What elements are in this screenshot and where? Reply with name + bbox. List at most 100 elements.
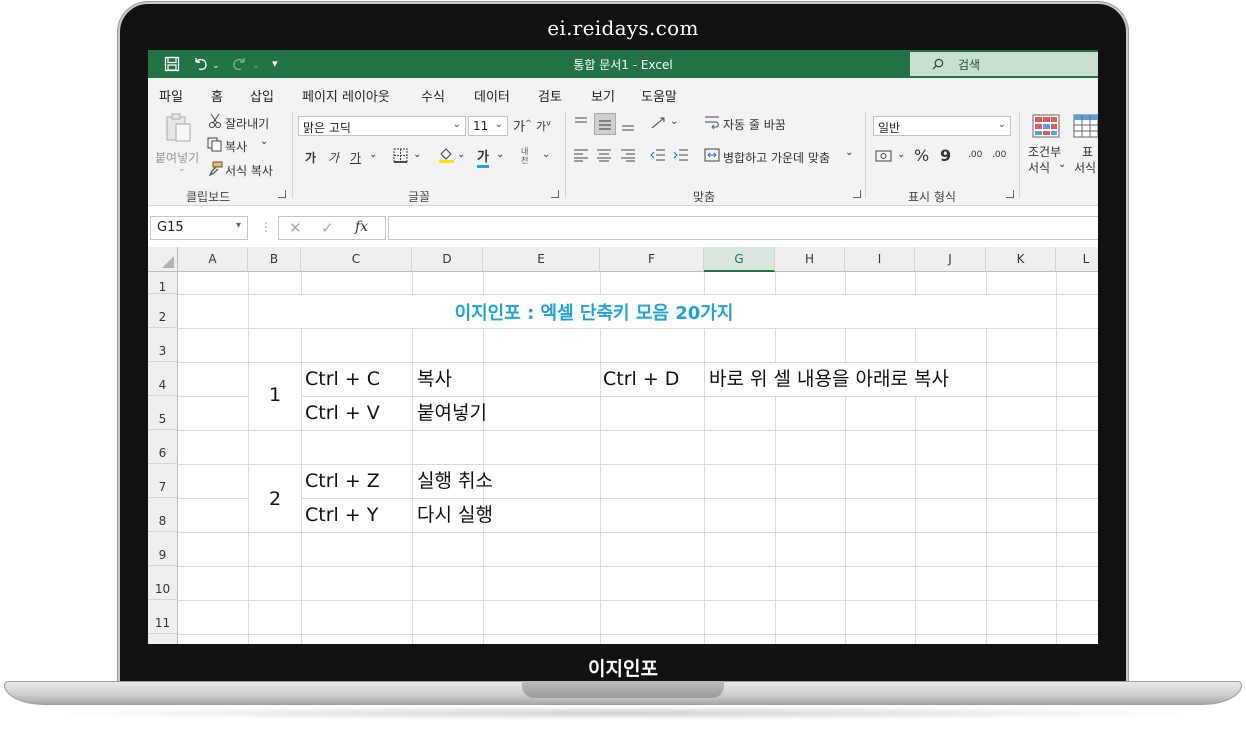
format-painter-button[interactable]: 서식 복사 [225,162,273,179]
increase-decimal-button[interactable]: .00 [968,150,982,160]
cell-c7[interactable]: Ctrl + Z [305,469,380,493]
format-as-table-button[interactable]: 표 [1082,143,1093,160]
formula-input[interactable] [388,216,1098,240]
align-left-icon[interactable] [573,148,589,162]
orientation-icon[interactable] [650,115,668,131]
cell-d8[interactable]: 다시 실행 [417,503,493,527]
decrease-font-size-icon[interactable]: 가v [536,118,551,134]
conditional-formatting-button[interactable]: 조건부 [1028,143,1061,160]
column-header-f[interactable]: F [600,247,704,272]
font-name-select[interactable]: 맑은 고딕 ⌄ [298,116,466,136]
fill-color-dropdown-icon[interactable]: ⌄ [457,149,465,160]
cell-g4[interactable]: 바로 위 셀 내용을 아래로 복사 [709,367,949,391]
column-header-g[interactable]: G [704,247,775,272]
row-header-6[interactable]: 6 [148,430,178,464]
merge-center-button[interactable]: 병합하고 가운데 맞춤 [723,149,830,166]
fill-color-icon[interactable] [438,146,455,164]
column-header-i[interactable]: I [845,247,915,272]
align-top-icon[interactable] [573,116,589,130]
name-box-value: G15 [157,220,184,235]
number-format-select[interactable]: 일반 ⌄ [873,116,1011,136]
row-header-3[interactable]: 3 [148,328,178,362]
column-header-k[interactable]: K [986,247,1056,272]
bold-button[interactable]: 가 [305,149,316,166]
cell-d4[interactable]: 복사 [417,367,452,391]
row-header-2[interactable]: 2 [148,294,178,328]
row-header-10[interactable]: 10 [148,566,178,600]
enter-icon[interactable]: ✓ [321,219,334,237]
row-header-5[interactable]: 5 [148,396,178,430]
align-right-icon[interactable] [620,148,636,162]
select-all-button[interactable] [148,247,178,272]
orientation-dropdown-icon[interactable]: ⌄ [670,116,678,127]
tab-file[interactable]: 파일 [159,86,183,105]
phonetic-button[interactable]: 내천 [521,147,535,165]
underline-button[interactable]: 가 [350,149,361,166]
font-launcher-icon[interactable] [551,190,559,198]
paste-dropdown-icon[interactable]: ⌄ [178,164,186,174]
comma-button[interactable]: 9 [940,146,951,165]
align-middle-button[interactable] [594,113,616,135]
paste-button[interactable] [164,112,194,142]
increase-font-size-icon[interactable]: 가^ [513,116,532,135]
column-header-a[interactable]: A [178,247,248,272]
decrease-decimal-button[interactable]: .00 [992,150,1006,160]
row-header-9[interactable]: 9 [148,532,178,566]
number-launcher-icon[interactable] [1006,190,1014,198]
column-header-l[interactable]: L [1056,247,1098,272]
font-size-select[interactable]: 11 ⌄ [468,116,508,136]
search-box[interactable]: 검색 [910,52,1098,76]
increase-indent-icon[interactable] [673,148,689,162]
tab-help[interactable]: 도움말 [641,86,677,105]
row-header-1[interactable]: 1 [148,272,178,294]
column-header-e[interactable]: E [483,247,600,272]
column-header-d[interactable]: D [412,247,483,272]
column-header-j[interactable]: J [915,247,986,272]
clipboard-launcher-icon[interactable] [278,190,286,198]
align-center-icon[interactable] [596,148,612,162]
merge-center-dropdown-icon[interactable]: ⌄ [845,147,853,158]
tab-home[interactable]: 홈 [209,86,225,111]
decrease-indent-icon[interactable] [650,148,666,162]
accounting-format-icon[interactable] [875,149,893,163]
row-header-7[interactable]: 7 [148,464,178,498]
tab-formulas[interactable]: 수식 [421,86,445,105]
copy-dropdown-icon[interactable]: ⌄ [260,136,268,147]
accounting-dropdown-icon[interactable]: ⌄ [897,149,905,160]
column-header-h[interactable]: H [775,247,845,272]
cell-f4[interactable]: Ctrl + D [603,367,679,391]
column-header-c[interactable]: C [301,247,412,272]
font-color-dropdown-icon[interactable]: ⌄ [496,149,504,160]
cell-c5[interactable]: Ctrl + V [305,401,380,425]
copy-button[interactable]: 복사 [225,138,247,155]
cell-c8[interactable]: Ctrl + Y [305,503,378,527]
percent-button[interactable]: % [914,146,929,165]
row-header-11[interactable]: 11 [148,600,178,634]
underline-dropdown-icon[interactable]: ⌄ [369,149,377,160]
cell-d7[interactable]: 실행 취소 [417,469,493,493]
cell-d5[interactable]: 붙여넣기 [417,401,487,425]
row-header-12[interactable] [148,634,178,644]
insert-function-icon[interactable]: fx [355,219,368,235]
font-color-button[interactable]: 가 [477,146,489,168]
italic-button[interactable]: 가 [328,149,339,166]
phonetic-dropdown-icon[interactable]: ⌄ [542,149,550,160]
wrap-text-button[interactable]: 자동 줄 바꿈 [723,116,786,133]
tab-review[interactable]: 검토 [538,86,562,105]
conditional-formatting-dropdown-icon[interactable]: ⌄ [1058,159,1066,170]
row-header-8[interactable]: 8 [148,498,178,532]
cut-button[interactable]: 잘라내기 [225,115,269,132]
name-box[interactable]: G15 ▾ [150,216,248,240]
border-dropdown-icon[interactable]: ⌄ [413,149,421,160]
alignment-launcher-icon[interactable] [853,190,861,198]
border-icon[interactable] [393,148,408,163]
column-header-b[interactable]: B [248,247,301,272]
tab-data[interactable]: 데이터 [474,86,510,105]
tab-view[interactable]: 보기 [591,86,615,105]
row-header-4[interactable]: 4 [148,362,178,396]
cell-c4[interactable]: Ctrl + C [305,367,380,391]
align-bottom-icon[interactable] [620,118,636,132]
tab-page-layout[interactable]: 페이지 레이아웃 [302,86,390,105]
tab-insert[interactable]: 삽입 [250,86,274,105]
cancel-icon[interactable]: ✕ [289,219,302,237]
